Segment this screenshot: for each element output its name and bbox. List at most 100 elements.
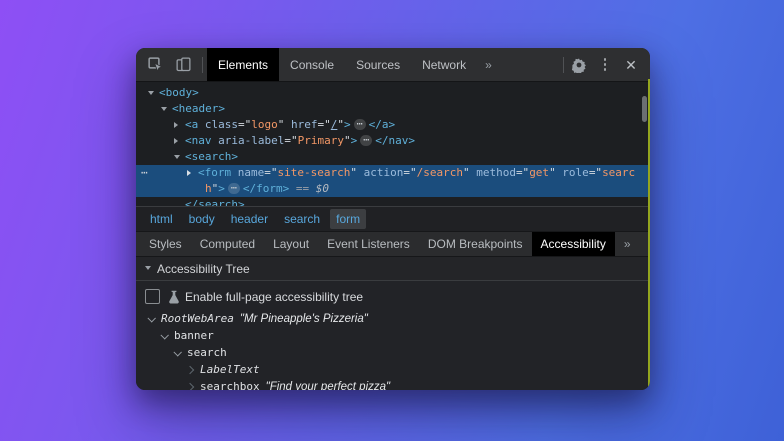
subtab-layout[interactable]: Layout [264, 232, 318, 256]
ax-role-label: search [187, 346, 227, 359]
code-token-tag: <form [198, 166, 231, 179]
expand-arrow-open-icon[interactable] [174, 149, 185, 165]
dom-tree-row[interactable]: ⋯<form name="site-search" action="/searc… [136, 165, 650, 197]
devtools-window: ElementsConsoleSourcesNetwork» ✕ < [136, 48, 650, 390]
ax-tree-row-rootwebarea[interactable]: RootWebArea "Mr Pineapple's Pizzeria" [136, 310, 650, 327]
dom-tree-row[interactable]: <body> [136, 85, 650, 101]
code-token-tag: </search> [185, 198, 245, 206]
expand-arrow-open-icon[interactable] [148, 85, 159, 101]
code-token-tag: > [344, 118, 351, 131]
code-token-val: searc [602, 166, 635, 179]
enable-fullpage-checkbox[interactable] [145, 289, 160, 304]
tab-sources[interactable]: Sources [345, 48, 411, 81]
accessibility-tree-section-header[interactable]: Accessibility Tree [136, 257, 650, 281]
code-token-attr: class [198, 118, 238, 131]
code-token-val: get [529, 166, 549, 179]
subtab-accessibility[interactable]: Accessibility [532, 232, 615, 256]
code-token-attr: name [231, 166, 264, 179]
tab-elements[interactable]: Elements [207, 48, 279, 81]
breadcrumb-item-form[interactable]: form [330, 209, 366, 229]
scrollbar-thumb[interactable] [642, 96, 647, 122]
code-token-tag: <a [185, 118, 198, 131]
ax-tree-row-searchbox[interactable]: searchbox "Find your perfect pizza" [136, 378, 650, 390]
tab-network[interactable]: Network [411, 48, 477, 81]
code-token-pun: " [344, 134, 351, 147]
breadcrumb: htmlbodyheadersearchform [136, 206, 650, 231]
expand-arrow-open-icon[interactable] [161, 101, 172, 117]
elements-dom-tree: <body><header><a class="logo" href="/">⋯… [136, 82, 650, 206]
code-token-val: Primary [298, 134, 344, 147]
device-toolbar-icon[interactable] [172, 54, 194, 76]
close-icon[interactable]: ✕ [620, 54, 642, 76]
accessibility-pane: Enable full-page accessibility tree Root… [136, 281, 650, 390]
expand-arrow-closed-icon[interactable] [187, 165, 198, 181]
dom-tree-row[interactable]: <header> [136, 101, 650, 117]
subtab-event-listeners[interactable]: Event Listeners [318, 232, 419, 256]
inspect-element-icon[interactable] [144, 54, 166, 76]
more-tabs-chevron[interactable]: » [477, 48, 500, 81]
code-token-pun: =" [516, 166, 529, 179]
node-menu-dots-icon[interactable]: ⋯ [141, 165, 148, 181]
enable-fullpage-label: Enable full-page accessibility tree [185, 290, 363, 304]
code-token-tag: </form> [243, 182, 289, 195]
toolbar-divider [563, 57, 564, 73]
chevron-right-icon[interactable] [186, 365, 194, 373]
breadcrumb-item-body[interactable]: body [183, 209, 221, 229]
code-token-attr: aria-label [212, 134, 285, 147]
code-token-tag: > [218, 182, 225, 195]
dom-tree-row[interactable]: <search> [136, 149, 650, 165]
breadcrumb-item-search[interactable]: search [278, 209, 326, 229]
code-token-val: h [205, 182, 212, 195]
code-token-tag: <body> [159, 86, 199, 99]
code-token-pun: " [337, 118, 344, 131]
expand-arrow-closed-icon[interactable] [174, 133, 185, 149]
main-tabs: ElementsConsoleSourcesNetwork» [207, 48, 559, 81]
dom-tree-row[interactable]: </search> [136, 197, 650, 206]
chevron-down-icon[interactable] [173, 348, 181, 356]
code-token-attr: href [284, 118, 317, 131]
chevron-down-icon[interactable] [147, 314, 155, 322]
chevron-right-icon[interactable] [186, 382, 194, 390]
desktop-background: ElementsConsoleSourcesNetwork» ✕ < [0, 0, 784, 441]
section-title: Accessibility Tree [157, 262, 250, 276]
ax-role-label: banner [174, 329, 214, 342]
ax-role-label: searchbox [200, 380, 260, 390]
code-token-val: site-search [278, 166, 351, 179]
ax-tree-row-labeltext[interactable]: LabelText [136, 361, 650, 378]
ax-accessible-name: "Mr Pineapple's Pizzeria" [240, 313, 368, 325]
dom-tree-row[interactable]: <a class="logo" href="/">⋯</a> [136, 117, 650, 133]
ax-accessible-name: "Find your perfect pizza" [266, 381, 391, 391]
inline-expand-ellipsis-button[interactable]: ⋯ [360, 135, 372, 146]
inline-expand-ellipsis-button[interactable]: ⋯ [354, 119, 366, 130]
ax-role-label: RootWebArea [161, 312, 234, 325]
section-collapse-icon [145, 266, 151, 270]
code-token-pun: " [549, 166, 556, 179]
more-subtabs-chevron[interactable]: » [615, 232, 640, 256]
more-options-kebab-icon[interactable] [594, 54, 616, 76]
ax-tree-row-search[interactable]: search [136, 344, 650, 361]
window-edge-highlight [648, 79, 650, 390]
toolbar-divider [202, 57, 203, 73]
tab-console[interactable]: Console [279, 48, 345, 81]
code-token-pun: " [350, 166, 357, 179]
inline-expand-ellipsis-button[interactable]: ⋯ [228, 183, 240, 194]
code-token-val: /search [417, 166, 463, 179]
breadcrumb-item-html[interactable]: html [144, 209, 179, 229]
code-token-pun: =" [403, 166, 416, 179]
subtab-styles[interactable]: Styles [140, 232, 191, 256]
ax-tree-row-banner[interactable]: banner [136, 327, 650, 344]
expand-arrow-closed-icon[interactable] [174, 117, 185, 133]
code-token-pun: =" [318, 118, 331, 131]
code-token-tag: <search> [185, 150, 238, 163]
ax-role-label: LabelText [200, 363, 260, 376]
dom-tree-row[interactable]: <nav aria-label="Primary">⋯</nav> [136, 133, 650, 149]
code-token-tag: <nav [185, 134, 212, 147]
subtab-dom-breakpoints[interactable]: DOM Breakpoints [419, 232, 532, 256]
code-token-tag: </a> [369, 118, 396, 131]
breadcrumb-item-header[interactable]: header [225, 209, 274, 229]
experiment-flask-icon [168, 290, 180, 304]
subtab-computed[interactable]: Computed [191, 232, 264, 256]
settings-gear-icon[interactable] [568, 54, 590, 76]
chevron-down-icon[interactable] [160, 331, 168, 339]
code-token-tag: </nav> [375, 134, 415, 147]
